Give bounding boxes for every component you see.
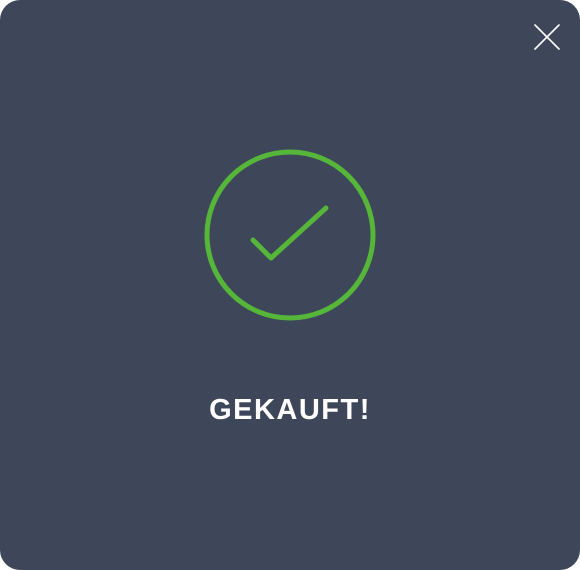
close-button[interactable] [530, 20, 564, 54]
purchase-success-dialog: GEKAUFT! [0, 0, 580, 570]
success-title: GEKAUFT! [209, 394, 371, 426]
check-circle-icon [203, 148, 377, 322]
close-icon [534, 24, 560, 50]
